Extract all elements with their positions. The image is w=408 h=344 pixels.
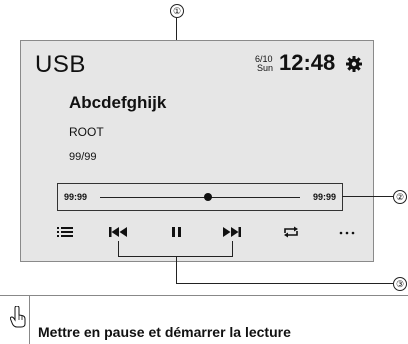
callout-1: ① [170, 4, 184, 18]
track-count: 99/99 [69, 151, 97, 163]
note-text: Mettre en pause et démarrer la lecture [38, 324, 291, 340]
progress-track[interactable] [100, 197, 300, 198]
track-title: Abcdefghijk [69, 93, 167, 112]
pause-icon[interactable] [171, 225, 191, 241]
gear-icon[interactable] [345, 55, 363, 73]
callout-3-bracket-right [232, 241, 233, 256]
callout-2-leader [342, 196, 393, 197]
date-day: Sun [257, 63, 274, 73]
source-label: USB [35, 51, 86, 78]
total-time: 99:99 [312, 192, 336, 202]
callout-2: ② [393, 190, 407, 204]
hand-pointer-icon [10, 306, 26, 328]
skip-previous-icon[interactable] [109, 225, 129, 241]
callout-3-leader [176, 283, 393, 284]
note-icon-cell [0, 296, 30, 344]
callout-3-leader-vertical [176, 256, 177, 283]
clock: 12:48 [279, 50, 336, 75]
progress-bar[interactable]: 99:99 99:99 [57, 183, 343, 211]
elapsed-time: 99:99 [64, 192, 88, 202]
list-icon[interactable] [57, 225, 77, 241]
media-player-screen: USB 6/10 Sun 12:48 Abcdefghijk ROOT 99/9… [20, 40, 374, 262]
progress-knob[interactable] [204, 193, 212, 201]
folder-name: ROOT [69, 125, 104, 139]
callout-3: ③ [393, 277, 407, 291]
note-divider [0, 295, 408, 296]
skip-next-icon[interactable] [223, 225, 243, 241]
callout-3-bracket-left [118, 241, 119, 256]
more-icon[interactable] [339, 225, 359, 241]
repeat-icon[interactable] [283, 225, 303, 241]
